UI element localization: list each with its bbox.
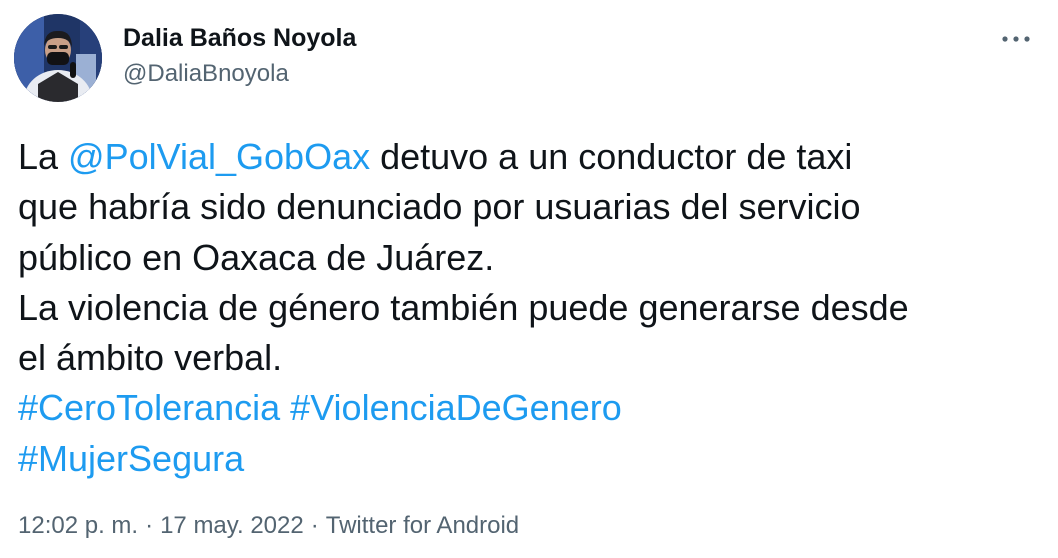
tweet-text-line: La @PolVial_GobOax detuvo a un conductor… [18, 132, 1048, 182]
tweet-text-line: #MujerSegura [18, 434, 1048, 484]
tweet-text: La @PolVial_GobOax detuvo a un conductor… [18, 132, 1048, 484]
tweet-text-line: La violencia de género también puede gen… [18, 283, 1048, 333]
avatar-photo [14, 14, 102, 102]
tweet-card: Dalia Baños Noyola @DaliaBnoyola La @Pol… [0, 0, 1058, 558]
tweet-text-segment: que habría sido denunciado por usuarias … [18, 186, 861, 228]
separator-dot: · [310, 512, 319, 539]
tweet-text-line: que habría sido denunciado por usuarias … [18, 182, 1048, 232]
tweet-text-segment: La violencia de género también puede gen… [18, 286, 909, 328]
tweet-timestamp[interactable]: 12:02 p. m. [18, 512, 138, 539]
author-handle[interactable]: @DaliaBnoyola [123, 60, 289, 88]
hashtag-link[interactable]: #ViolenciaDeGenero [290, 387, 622, 428]
separator-dot: · [145, 512, 154, 539]
tweet-meta: 12:02 p. m. · 17 may. 2022 · Twitter for And… [18, 512, 519, 540]
tweet-text-line: #CeroTolerancia #ViolenciaDeGenero [18, 383, 1048, 433]
tweet-text-line: el ámbito verbal. [18, 333, 1048, 383]
mention-link[interactable]: @PolVial_GobOax [68, 136, 370, 177]
tweet-text-segment [280, 387, 290, 428]
author-display-name[interactable]: Dalia Baños Noyola [123, 24, 356, 53]
more-options-button[interactable] [994, 24, 1038, 54]
tweet-text-segment: detuvo a un conductor de taxi [370, 136, 853, 177]
hashtag-link[interactable]: #CeroTolerancia [18, 387, 280, 428]
tweet-text-line: público en Oaxaca de Juárez. [18, 233, 1048, 283]
tweet-text-segment: La [18, 136, 69, 177]
tweet-text-segment: público en Oaxaca de Juárez. [18, 236, 495, 278]
tweet-text-segment: el ámbito verbal. [18, 337, 283, 379]
ellipsis-horizontal-icon [1002, 36, 1030, 42]
hashtag-link[interactable]: #MujerSegura [18, 438, 244, 479]
tweet-source[interactable]: Twitter for Android [326, 512, 519, 539]
tweet-date[interactable]: 17 may. 2022 [160, 512, 304, 539]
avatar[interactable] [14, 14, 102, 102]
